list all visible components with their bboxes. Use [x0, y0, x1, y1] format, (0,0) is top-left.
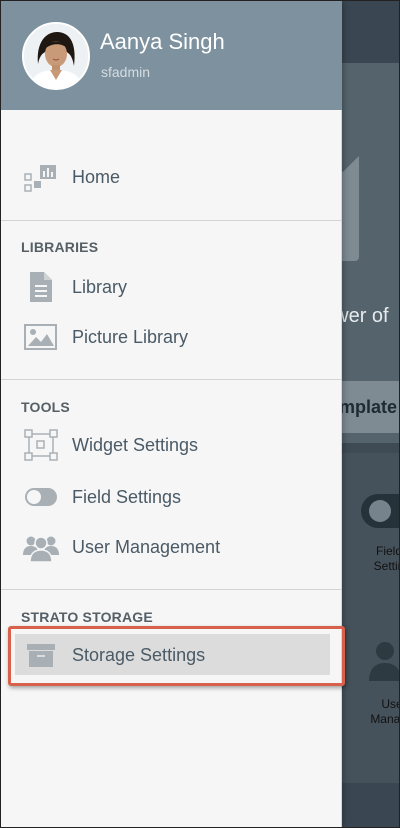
nav-item-label: Widget Settings	[72, 435, 199, 455]
background-field-line: Field	[375, 544, 400, 558]
avatar[interactable]	[22, 22, 90, 90]
nav-item-picture-library[interactable]: Picture Library	[1, 315, 342, 359]
nav-item-home[interactable]: Home	[1, 155, 342, 199]
section-title-strato-storage: STRATO STORAGE	[21, 609, 153, 625]
nav-item-field-settings[interactable]: Field Settings	[1, 475, 342, 519]
divider	[1, 589, 342, 590]
nav-item-label: Home	[72, 167, 121, 187]
drawer-header: Aanya Singh sfadmin	[1, 1, 342, 110]
highlight-box	[8, 626, 345, 686]
background-user-line: Use	[381, 697, 399, 711]
dashboard-icon	[24, 165, 56, 192]
section-title-tools: TOOLS	[21, 399, 70, 415]
document-icon	[30, 272, 52, 302]
nav-item-label: User Management	[72, 537, 221, 557]
image-icon	[24, 324, 57, 350]
user-name: Aanya Singh	[100, 29, 225, 54]
widget-icon	[24, 429, 58, 461]
toggle-icon	[25, 488, 57, 506]
background-user-line: Manage	[370, 712, 400, 726]
avatar-portrait-icon	[24, 24, 88, 88]
nav-item-library[interactable]: Library	[1, 265, 342, 309]
background-user-management-label: Use Manage	[347, 697, 400, 727]
divider	[1, 379, 342, 380]
section-title-libraries: LIBRARIES	[21, 239, 99, 255]
divider	[1, 220, 342, 221]
background-toggle-icon	[361, 494, 399, 528]
background-users-icon	[369, 642, 399, 681]
nav-item-widget-settings[interactable]: Widget Settings	[1, 423, 342, 467]
background-field-line: Settin	[373, 559, 399, 573]
app-frame: ower of g mplate Field Settin Use Manage	[0, 0, 400, 828]
nav-item-label: Library	[72, 277, 128, 297]
navigation-drawer: Aanya Singh sfadmin Home LIBRARIES Libra…	[1, 1, 345, 827]
nav-item-label: Picture Library	[72, 327, 189, 347]
background-field-settings-label: Field Settin	[349, 544, 400, 574]
nav-item-user-management[interactable]: User Management	[1, 525, 342, 569]
nav-item-label: Field Settings	[72, 487, 182, 507]
users-icon	[23, 536, 59, 563]
user-role: sfadmin	[101, 64, 151, 80]
